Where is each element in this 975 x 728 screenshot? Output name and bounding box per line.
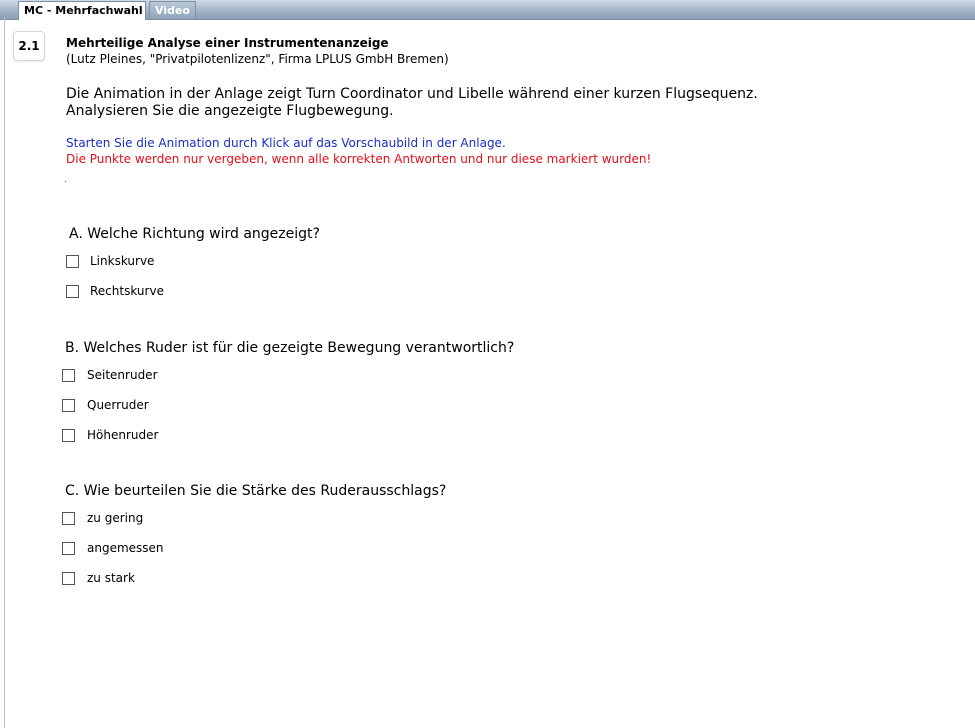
option-label: Querruder (87, 398, 149, 412)
content-border (4, 18, 5, 728)
checkbox[interactable] (66, 255, 79, 268)
checkbox[interactable] (62, 572, 75, 585)
option-label: angemessen (87, 541, 164, 555)
option-label: Rechtskurve (90, 284, 164, 298)
intro-line-2: Analysieren Sie die angezeigte Flugbeweg… (66, 103, 394, 119)
question-title: Mehrteilige Analyse einer Instrumentenan… (66, 36, 389, 50)
animation-hint: Starten Sie die Animation durch Klick au… (66, 136, 506, 150)
checkbox[interactable] (62, 399, 75, 412)
exam-window: MC - Mehrfachwahl Video 2.1 Mehrteilige … (0, 0, 975, 728)
option-label: zu stark (87, 571, 135, 585)
question-number-badge: 2.1 (13, 31, 45, 61)
option-label: Höhenruder (87, 428, 159, 442)
option-label: Linkskurve (90, 254, 155, 268)
scoring-warning: Die Punkte werden nur vergeben, wenn all… (66, 152, 652, 166)
option-label: zu gering (87, 511, 144, 525)
part-b-question: B. Welches Ruder ist für die gezeigte Be… (65, 340, 515, 356)
intro-line-1: Die Animation in der Anlage zeigt Turn C… (66, 86, 758, 102)
stray-dot (65, 181, 66, 182)
question-source: (Lutz Pleines, "Privatpilotenlizenz", Fi… (66, 52, 449, 66)
checkbox[interactable] (62, 429, 75, 442)
tab-video[interactable]: Video (149, 1, 196, 19)
checkbox[interactable] (62, 542, 75, 555)
checkbox[interactable] (62, 369, 75, 382)
checkbox[interactable] (66, 285, 79, 298)
tab-mc-mehrfachwahl[interactable]: MC - Mehrfachwahl (18, 1, 146, 20)
option-label: Seitenruder (87, 368, 158, 382)
checkbox[interactable] (62, 512, 75, 525)
question-intro: Die Animation in der Anlage zeigt Turn C… (66, 86, 758, 120)
part-c-question: C. Wie beurteilen Sie die Stärke des Rud… (65, 483, 447, 499)
tab-bar: MC - Mehrfachwahl Video (0, 0, 975, 20)
part-a-question: A. Welche Richtung wird angezeigt? (69, 226, 320, 242)
